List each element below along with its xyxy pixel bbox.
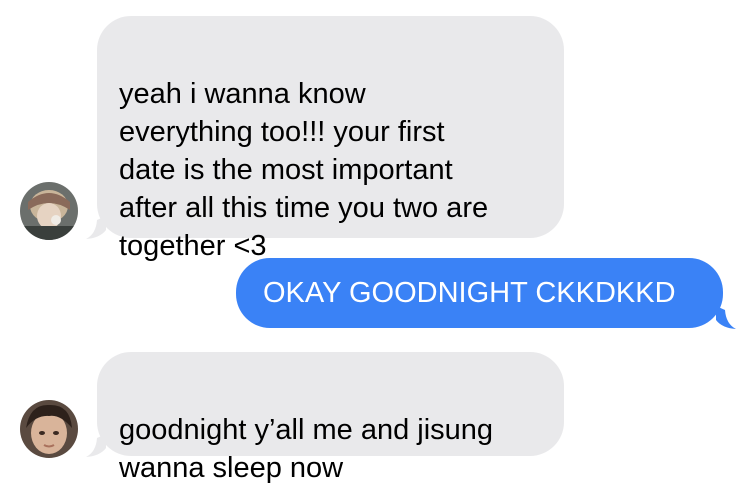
avatar-photo-icon [20, 400, 78, 458]
bubble-tail [716, 306, 736, 329]
incoming-message-bubble[interactable]: yeah i wanna know everything too!!! your… [97, 16, 564, 262]
outgoing-message-bubble[interactable]: OKAY GOODNIGHT CKKDKKD [236, 258, 723, 328]
bubble-tail [86, 434, 106, 457]
incoming-message-bubble[interactable]: goodnight y’all me and jisung wanna slee… [97, 352, 564, 484]
message-text: yeah i wanna know everything too!!! your… [119, 78, 489, 262]
contact-avatar-1[interactable] [20, 182, 78, 240]
message-text: OKAY GOODNIGHT CKKDKKD [263, 277, 676, 309]
message-text: goodnight y’all me and jisung wanna slee… [119, 414, 494, 484]
avatar-photo-icon [20, 182, 78, 240]
contact-avatar-2[interactable] [20, 400, 78, 458]
bubble-tail [86, 216, 106, 239]
